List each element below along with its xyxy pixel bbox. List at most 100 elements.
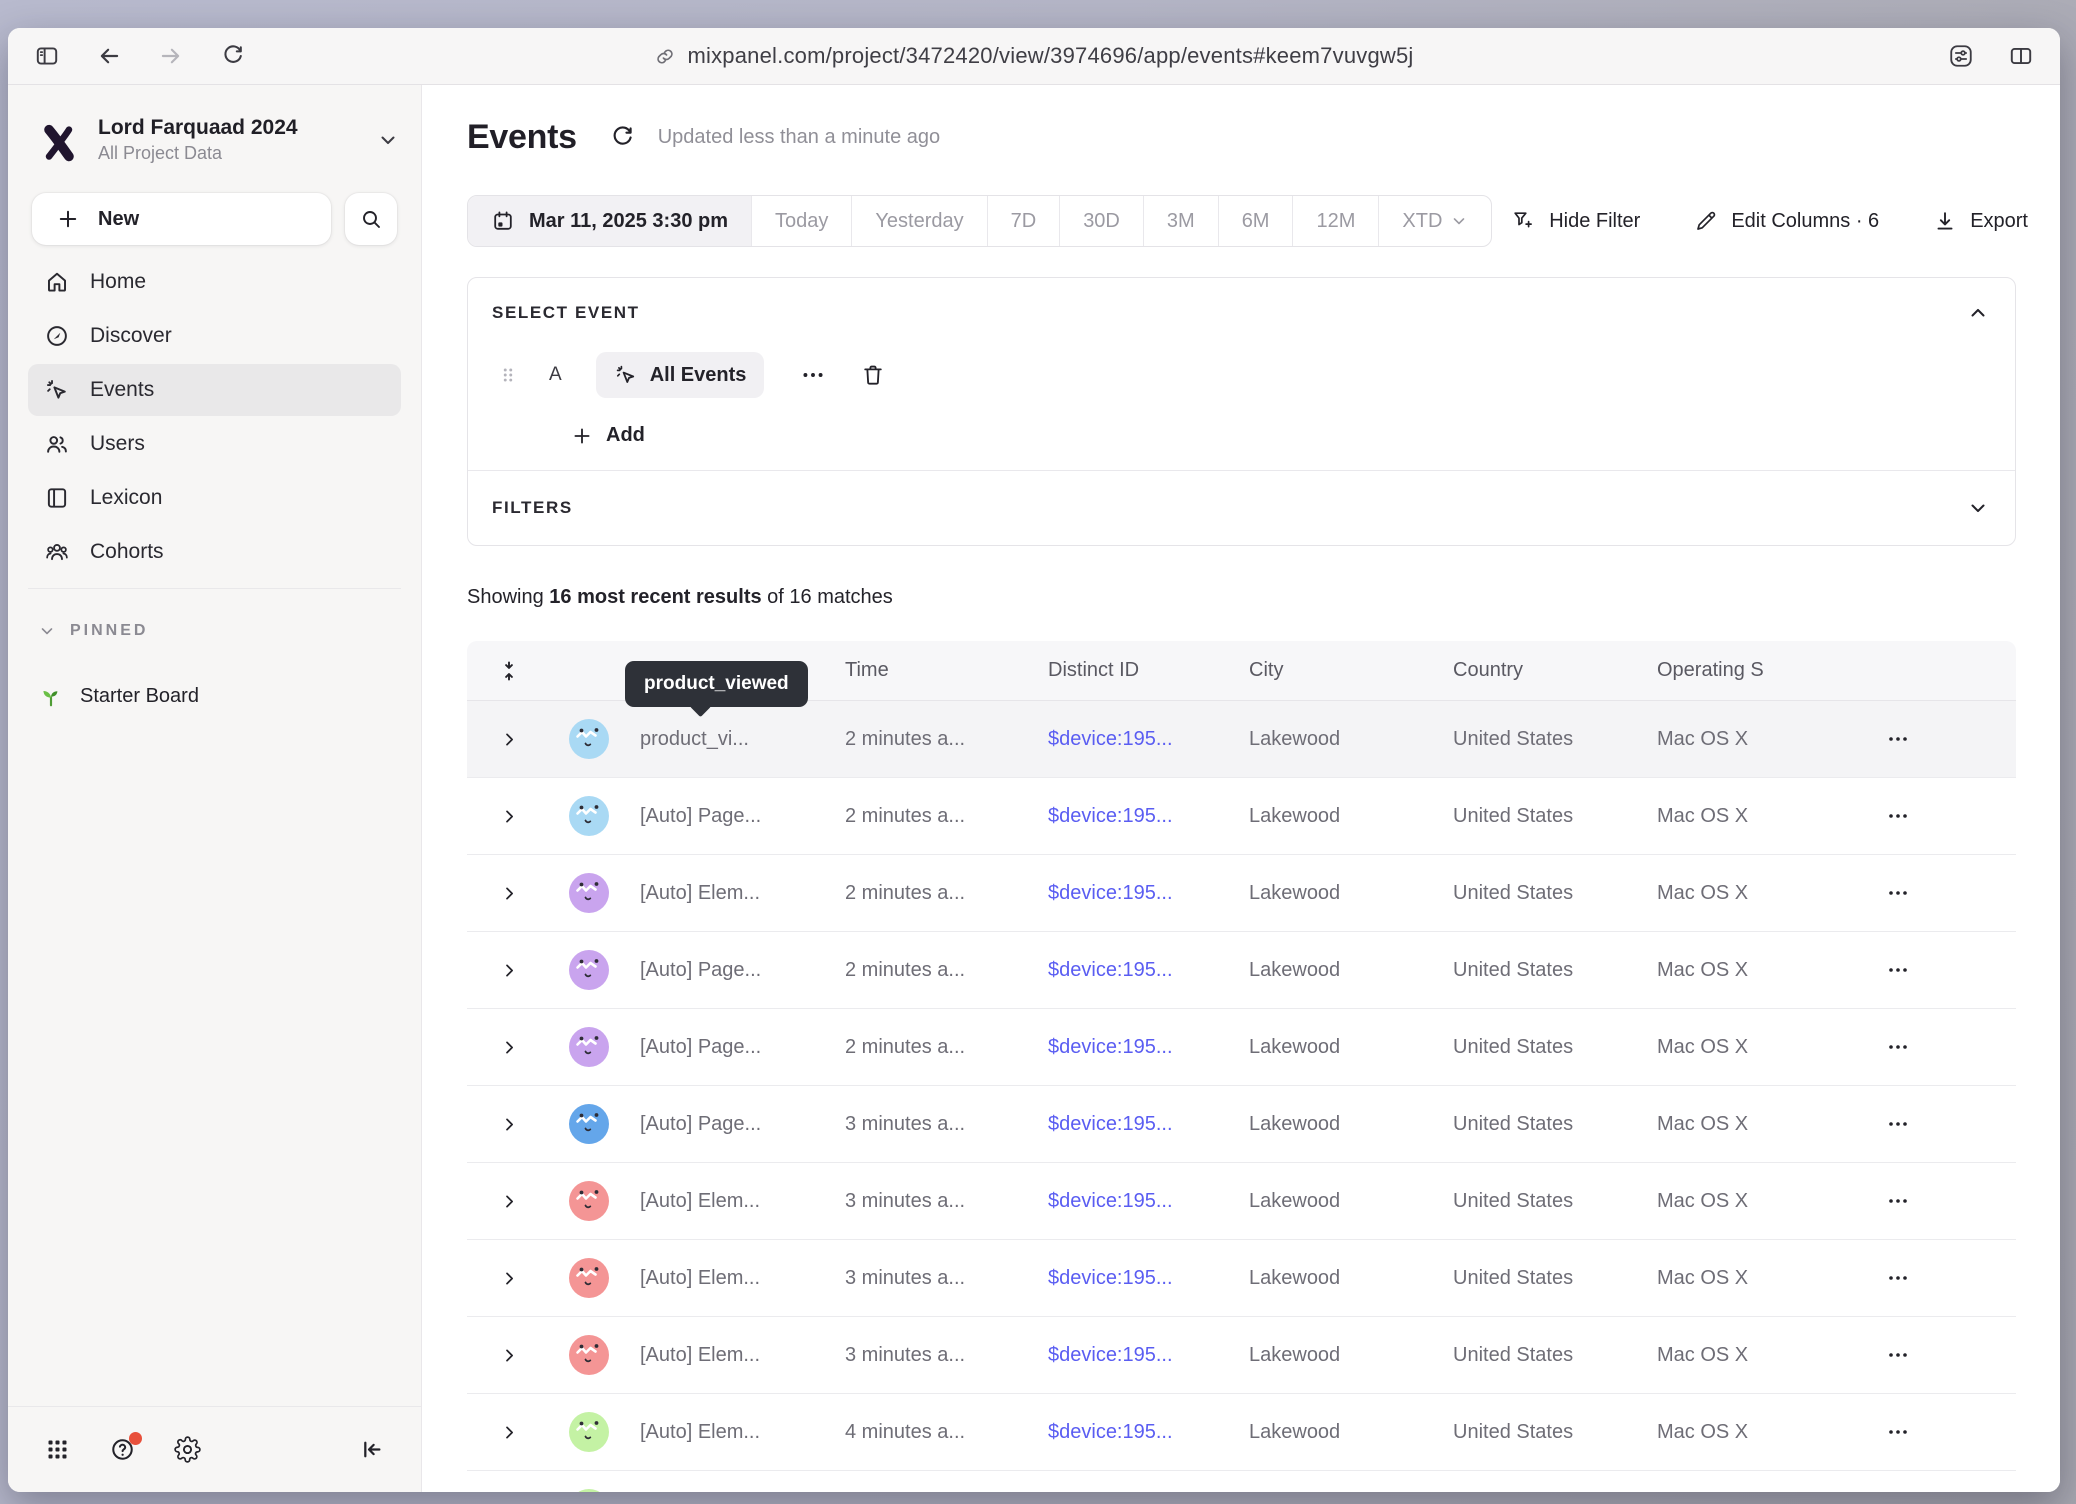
apps-grid-button[interactable]: [44, 1436, 71, 1463]
table-row[interactable]: [Auto] Page... 2 minutes a... $device:19…: [467, 932, 2016, 1009]
address-bar[interactable]: mixpanel.com/project/3472420/view/397469…: [654, 43, 1413, 69]
row-distinct-id[interactable]: $device:195...: [1048, 728, 1249, 751]
row-distinct-id[interactable]: $device:195...: [1048, 1036, 1249, 1059]
row-more-button[interactable]: [1833, 881, 1963, 905]
row-more-button[interactable]: [1833, 1266, 1963, 1290]
expand-row-icon[interactable]: [501, 1039, 518, 1056]
browser-sidebar-toggle-icon[interactable]: [34, 43, 60, 69]
event-selector-chip[interactable]: All Events: [596, 352, 765, 398]
column-country[interactable]: Country: [1453, 659, 1657, 682]
pinned-section-toggle[interactable]: PINNED: [38, 619, 397, 643]
expand-row-icon[interactable]: [501, 1193, 518, 1210]
chevron-down-icon[interactable]: [1967, 497, 1989, 519]
help-button[interactable]: [109, 1436, 136, 1463]
row-more-button[interactable]: [1833, 1112, 1963, 1136]
row-country: United States: [1453, 1036, 1657, 1059]
range-12m[interactable]: 12M: [1292, 196, 1378, 246]
table-row[interactable]: [Auto] Page... 3 minutes a... $device:19…: [467, 1086, 2016, 1163]
range-30d[interactable]: 30D: [1059, 196, 1143, 246]
series-letter: A: [549, 364, 562, 386]
row-event-name: [Auto] Page...: [613, 959, 845, 982]
row-os: Mac OS X: [1657, 1421, 1833, 1444]
range-today[interactable]: Today: [751, 196, 851, 246]
add-event-button[interactable]: Add: [468, 424, 645, 447]
back-icon[interactable]: [96, 43, 122, 69]
sidebar-item-cohorts[interactable]: Cohorts: [28, 526, 401, 578]
table-row[interactable]: [467, 1471, 2016, 1492]
sidebar-item-starter-board[interactable]: Starter Board: [38, 671, 397, 721]
sidebar-item-home[interactable]: Home: [28, 256, 401, 308]
page-settings-icon[interactable]: [1948, 43, 1974, 69]
project-subtitle: All Project Data: [98, 143, 298, 164]
expand-row-icon[interactable]: [501, 962, 518, 979]
row-distinct-id[interactable]: $device:195...: [1048, 805, 1249, 828]
expand-row-icon[interactable]: [501, 1347, 518, 1364]
row-city: Lakewood: [1249, 805, 1453, 828]
row-more-button[interactable]: [1833, 958, 1963, 982]
sidebar-item-discover[interactable]: Discover: [28, 310, 401, 362]
column-os[interactable]: Operating S: [1657, 659, 1833, 682]
edit-columns-button[interactable]: Edit Columns · 6: [1694, 209, 1879, 233]
expand-row-icon[interactable]: [501, 1424, 518, 1441]
reload-icon[interactable]: [220, 43, 246, 69]
row-more-button[interactable]: [1833, 1420, 1963, 1444]
range-3m[interactable]: 3M: [1143, 196, 1218, 246]
event-more-button[interactable]: [800, 362, 830, 388]
row-more-button[interactable]: [1833, 1343, 1963, 1367]
range-xtd[interactable]: XTD: [1378, 196, 1491, 246]
row-os: Mac OS X: [1657, 1190, 1833, 1213]
date-picker-button[interactable]: Mar 11, 2025 3:30 pm: [468, 196, 751, 246]
delete-event-button[interactable]: [860, 362, 886, 388]
table-row[interactable]: [Auto] Page... 2 minutes a... $device:19…: [467, 1009, 2016, 1086]
forward-icon[interactable]: [158, 43, 184, 69]
table-row[interactable]: [Auto] Page... 2 minutes a... $device:19…: [467, 778, 2016, 855]
range-yesterday[interactable]: Yesterday: [851, 196, 986, 246]
export-button[interactable]: Export: [1933, 209, 2028, 233]
chevron-up-icon[interactable]: [1967, 302, 1989, 324]
row-distinct-id[interactable]: $device:195...: [1048, 1190, 1249, 1213]
new-button[interactable]: New: [32, 193, 331, 245]
column-city[interactable]: City: [1249, 659, 1453, 682]
expand-row-icon[interactable]: [501, 885, 518, 902]
expand-row-icon[interactable]: [501, 1270, 518, 1287]
expand-row-icon[interactable]: [501, 808, 518, 825]
expand-row-icon[interactable]: [501, 731, 518, 748]
sidebar-item-lexicon[interactable]: Lexicon: [28, 472, 401, 524]
sidebar-item-label: Lexicon: [90, 486, 162, 510]
row-distinct-id[interactable]: $device:195...: [1048, 1267, 1249, 1290]
sidebar-item-events[interactable]: Events: [28, 364, 401, 416]
refresh-icon[interactable]: [609, 124, 636, 151]
row-more-button[interactable]: [1833, 727, 1963, 751]
row-distinct-id[interactable]: $device:195...: [1048, 1421, 1249, 1444]
hide-filter-button[interactable]: Hide Filter: [1512, 209, 1640, 233]
table-row[interactable]: [Auto] Elem... 3 minutes a... $device:19…: [467, 1317, 2016, 1394]
row-more-button[interactable]: [1833, 804, 1963, 828]
row-distinct-id[interactable]: $device:195...: [1048, 959, 1249, 982]
row-more-button[interactable]: [1833, 1035, 1963, 1059]
column-distinct-id[interactable]: Distinct ID: [1048, 659, 1249, 682]
sidebar: Lord Farquaad 2024 All Project Data New: [8, 85, 422, 1492]
expand-row-icon[interactable]: [501, 1116, 518, 1133]
table-row[interactable]: [Auto] Elem... 3 minutes a... $device:19…: [467, 1240, 2016, 1317]
row-distinct-id[interactable]: $device:195...: [1048, 1113, 1249, 1136]
project-switcher[interactable]: Lord Farquaad 2024 All Project Data: [36, 109, 399, 171]
split-view-icon[interactable]: [2008, 43, 2034, 69]
row-time: 2 minutes a...: [845, 959, 1048, 982]
range-7d[interactable]: 7D: [987, 196, 1060, 246]
collapse-sidebar-button[interactable]: [358, 1436, 385, 1463]
row-distinct-id[interactable]: $device:195...: [1048, 1344, 1249, 1367]
row-more-button[interactable]: [1833, 1189, 1963, 1213]
sidebar-item-users[interactable]: Users: [28, 418, 401, 470]
row-event-name: [Auto] Page...: [613, 1036, 845, 1059]
table-row[interactable]: [Auto] Elem... 3 minutes a... $device:19…: [467, 1163, 2016, 1240]
range-6m[interactable]: 6M: [1218, 196, 1293, 246]
table-row[interactable]: [Auto] Elem... 2 minutes a... $device:19…: [467, 855, 2016, 932]
row-distinct-id[interactable]: $device:195...: [1048, 882, 1249, 905]
collapse-rows-icon[interactable]: [497, 659, 521, 683]
download-icon: [1933, 209, 1957, 233]
drag-handle-icon[interactable]: [497, 362, 519, 388]
settings-button[interactable]: [174, 1436, 201, 1463]
search-button[interactable]: [345, 193, 397, 245]
table-row[interactable]: [Auto] Elem... 4 minutes a... $device:19…: [467, 1394, 2016, 1471]
column-time[interactable]: Time: [845, 659, 1048, 682]
